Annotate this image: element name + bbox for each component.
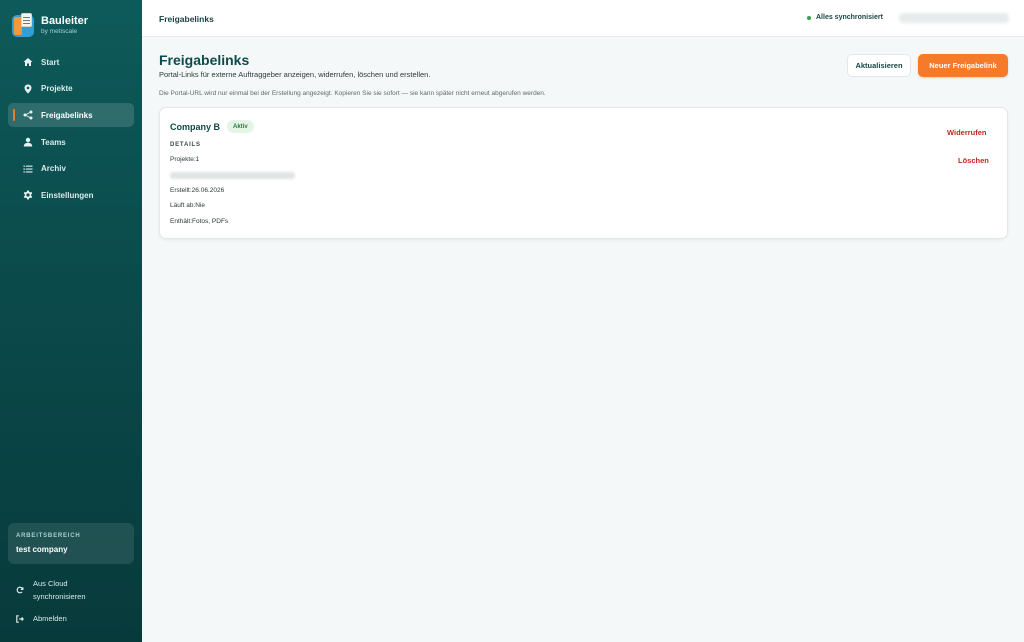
- share-link-card: Company B Aktiv DETAILS Projekte:1 Erste…: [159, 107, 1008, 239]
- sidebar-item-projekte[interactable]: Projekte: [8, 77, 134, 101]
- sidebar-item-teams[interactable]: Teams: [8, 130, 134, 154]
- brand-title: Bauleiter: [41, 14, 89, 27]
- sidebar-item-label: Freigabelinks: [41, 110, 93, 120]
- delete-button[interactable]: Löschen: [958, 156, 989, 165]
- sidebar-item-label: Einstellungen: [41, 190, 94, 200]
- page-subtitle: Portal-Links für externe Auftraggeber an…: [159, 70, 431, 79]
- top-bar: Freigabelinks Alles synchronisiert: [142, 0, 1024, 37]
- sidebar-item-einstellungen[interactable]: Einstellungen: [8, 183, 134, 207]
- list-icon: [22, 163, 33, 174]
- sidebar-item-label: Teams: [41, 137, 66, 147]
- gear-icon: [22, 190, 33, 201]
- new-share-link-button[interactable]: Neuer Freigabelink: [918, 54, 1008, 77]
- sidebar-item-label: Projekte: [41, 84, 73, 94]
- page-hint: Die Portal-URL wird nur einmal bei der E…: [159, 90, 546, 97]
- sidebar-item-archiv[interactable]: Archiv: [8, 157, 134, 181]
- sidebar-nav: Start Projekte Freigabelinks Teams Archi…: [8, 50, 134, 210]
- cloud-sync-line1: Aus Cloud: [33, 579, 68, 588]
- projects-count: Projekte:1: [170, 156, 200, 163]
- sidebar-item-label: Archiv: [41, 164, 66, 174]
- sync-status: Alles synchronisiert: [807, 14, 883, 21]
- expiry-date: Läuft ab:Nie: [170, 202, 206, 209]
- workspace-name: test company: [16, 545, 68, 554]
- revoke-button[interactable]: Widerrufen: [947, 128, 987, 137]
- details-heading: DETAILS: [170, 142, 201, 148]
- sidebar-item-freigabelinks[interactable]: Freigabelinks: [8, 103, 134, 128]
- status-badge: Aktiv: [227, 120, 254, 133]
- brand[interactable]: Bauleiter by metiscale: [12, 13, 88, 37]
- sidebar: Bauleiter by metiscale Start Projekte Fr…: [0, 0, 142, 642]
- pin-icon: [22, 83, 33, 94]
- sync-status-text: Alles synchronisiert: [816, 14, 883, 21]
- app-logo-icon: [12, 13, 34, 37]
- workspace-selector[interactable]: ARBEITSBEREICH test company: [8, 523, 134, 564]
- cloud-sync-button[interactable]: Aus Cloud synchronisieren: [16, 577, 86, 603]
- page-title: Freigabelinks: [159, 52, 250, 68]
- logout-label: Abmelden: [33, 614, 67, 623]
- logout-button[interactable]: Abmelden: [16, 614, 67, 623]
- company-name: Company B: [170, 122, 221, 132]
- contents: Enthält:Fotos, PDFs: [170, 218, 229, 225]
- refresh-icon: [16, 586, 24, 594]
- user-email-redacted[interactable]: [899, 13, 1009, 23]
- topbar-title: Freigabelinks: [159, 14, 214, 24]
- share-icon: [22, 110, 33, 121]
- sidebar-item-label: Start: [41, 57, 60, 67]
- cloud-sync-line2: synchronisieren: [33, 592, 86, 601]
- status-dot-icon: [807, 15, 811, 20]
- workspace-label: ARBEITSBEREICH: [16, 533, 81, 539]
- home-icon: [22, 57, 33, 68]
- refresh-button[interactable]: Aktualisieren: [847, 54, 911, 77]
- sidebar-item-start[interactable]: Start: [8, 50, 134, 74]
- user-icon: [22, 137, 33, 148]
- logout-icon: [16, 614, 24, 623]
- token-redacted: [170, 172, 295, 179]
- created-date: Erstellt:26.06.2026: [170, 187, 225, 194]
- brand-subtitle: by metiscale: [41, 27, 78, 35]
